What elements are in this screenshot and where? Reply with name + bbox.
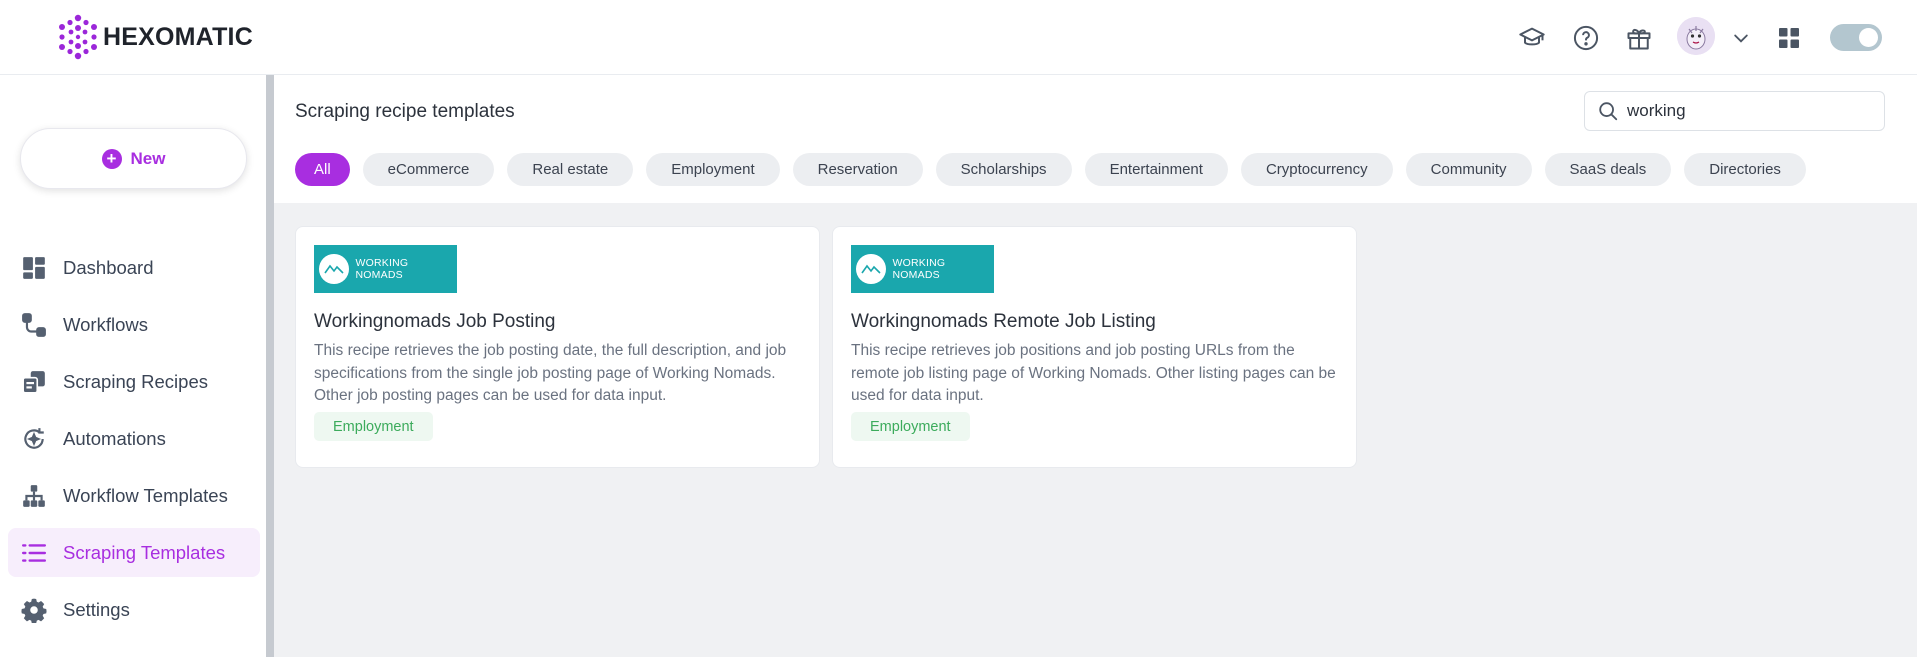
sidebar-item-workflows[interactable]: Workflows bbox=[8, 300, 260, 349]
sidebar-item-automations[interactable]: Automations bbox=[8, 414, 260, 463]
automations-icon bbox=[20, 425, 48, 453]
category-chip-entertainment[interactable]: Entertainment bbox=[1084, 153, 1228, 186]
chevron-down-icon[interactable] bbox=[1727, 24, 1755, 52]
theme-toggle[interactable] bbox=[1830, 24, 1882, 51]
logo-text: WORKING NOMADS bbox=[892, 257, 946, 281]
new-button-label: New bbox=[130, 148, 166, 168]
category-chip-community[interactable]: Community bbox=[1405, 153, 1532, 186]
search-input[interactable] bbox=[1627, 101, 1867, 121]
category-chip-ecommerce[interactable]: eCommerce bbox=[362, 153, 495, 186]
workflows-icon bbox=[20, 311, 48, 339]
category-chip-real-estate[interactable]: Real estate bbox=[507, 153, 634, 186]
card-description: This recipe retrieves job positions and … bbox=[851, 342, 1336, 404]
scraping-templates-icon bbox=[20, 539, 48, 567]
toggle-knob bbox=[1859, 28, 1878, 47]
page-title: Scraping recipe templates bbox=[295, 101, 515, 122]
trend-icon bbox=[319, 254, 349, 284]
sidebar-item-label: Scraping Recipes bbox=[63, 370, 208, 392]
template-card[interactable]: WORKING NOMADS Workingnomads Remote Job … bbox=[832, 226, 1357, 468]
category-tag: Employment bbox=[314, 412, 433, 441]
sidebar-item-label: Workflow Templates bbox=[63, 484, 228, 506]
sidebar-item-scraping-recipes[interactable]: Scraping Recipes bbox=[8, 357, 260, 406]
category-chip-all[interactable]: All bbox=[295, 153, 350, 186]
logo-text: WORKING NOMADS bbox=[355, 257, 409, 281]
category-chip-cryptocurrency[interactable]: Cryptocurrency bbox=[1240, 153, 1393, 186]
category-chip-employment[interactable]: Employment bbox=[646, 153, 780, 186]
settings-icon bbox=[20, 596, 48, 624]
category-filter: All eCommerce Real estate Employment Res… bbox=[295, 153, 1819, 186]
gift-icon[interactable] bbox=[1625, 24, 1653, 52]
trend-icon bbox=[856, 254, 886, 284]
workflow-templates-icon bbox=[20, 482, 48, 510]
category-tag: Employment bbox=[851, 412, 970, 441]
sidebar-item-workflow-templates[interactable]: Workflow Templates bbox=[8, 471, 260, 520]
sidebar-item-settings[interactable]: Settings bbox=[8, 585, 260, 634]
dashboard-icon bbox=[20, 254, 48, 282]
plus-icon: + bbox=[101, 148, 122, 169]
category-chip-scholarships[interactable]: Scholarships bbox=[935, 153, 1072, 186]
search-box[interactable] bbox=[1584, 91, 1885, 131]
hexomatic-logo-icon bbox=[59, 14, 97, 60]
card-title[interactable]: Workingnomads Job Posting bbox=[314, 311, 556, 333]
sidebar-item-label: Workflows bbox=[63, 313, 148, 335]
category-chip-directories[interactable]: Directories bbox=[1684, 153, 1806, 186]
avatar[interactable] bbox=[1677, 17, 1715, 55]
main-content: Scraping recipe templates All eCommerce … bbox=[274, 75, 1917, 657]
apps-grid-icon[interactable] bbox=[1775, 24, 1803, 52]
working-nomads-logo: WORKING NOMADS bbox=[314, 245, 457, 293]
sidebar-item-label: Scraping Templates bbox=[63, 541, 226, 563]
new-button[interactable]: + New bbox=[20, 128, 247, 189]
template-card[interactable]: WORKING NOMADS Workingnomads Job Posting… bbox=[295, 226, 820, 468]
help-icon[interactable] bbox=[1572, 24, 1600, 52]
sidebar-item-label: Automations bbox=[63, 427, 166, 449]
templates-toolbar: Scraping recipe templates All eCommerce … bbox=[274, 75, 1917, 203]
top-header: HEXOMATIC bbox=[0, 0, 1917, 75]
card-title[interactable]: Workingnomads Remote Job Listing bbox=[851, 311, 1156, 333]
recipes-icon bbox=[20, 368, 48, 396]
sidebar-item-dashboard[interactable]: Dashboard bbox=[8, 243, 260, 292]
sidebar-item-label: Settings bbox=[63, 598, 130, 620]
category-chip-reservation[interactable]: Reservation bbox=[792, 153, 923, 186]
sidebar-item-scraping-templates[interactable]: Scraping Templates bbox=[8, 528, 260, 577]
sidebar: + New Dashboard Workflows Scraping Recip… bbox=[0, 75, 274, 657]
category-chip-saas-deals[interactable]: SaaS deals bbox=[1544, 153, 1672, 186]
sidebar-item-label: Dashboard bbox=[63, 256, 154, 278]
working-nomads-logo: WORKING NOMADS bbox=[851, 245, 994, 293]
logo-text: HEXOMATIC bbox=[103, 22, 253, 51]
sidebar-scrollbar[interactable] bbox=[266, 75, 274, 657]
search-icon bbox=[1599, 102, 1618, 121]
card-description: This recipe retrieves the job posting da… bbox=[314, 342, 787, 404]
logo[interactable]: HEXOMATIC bbox=[55, 13, 253, 61]
academy-icon[interactable] bbox=[1518, 24, 1546, 52]
